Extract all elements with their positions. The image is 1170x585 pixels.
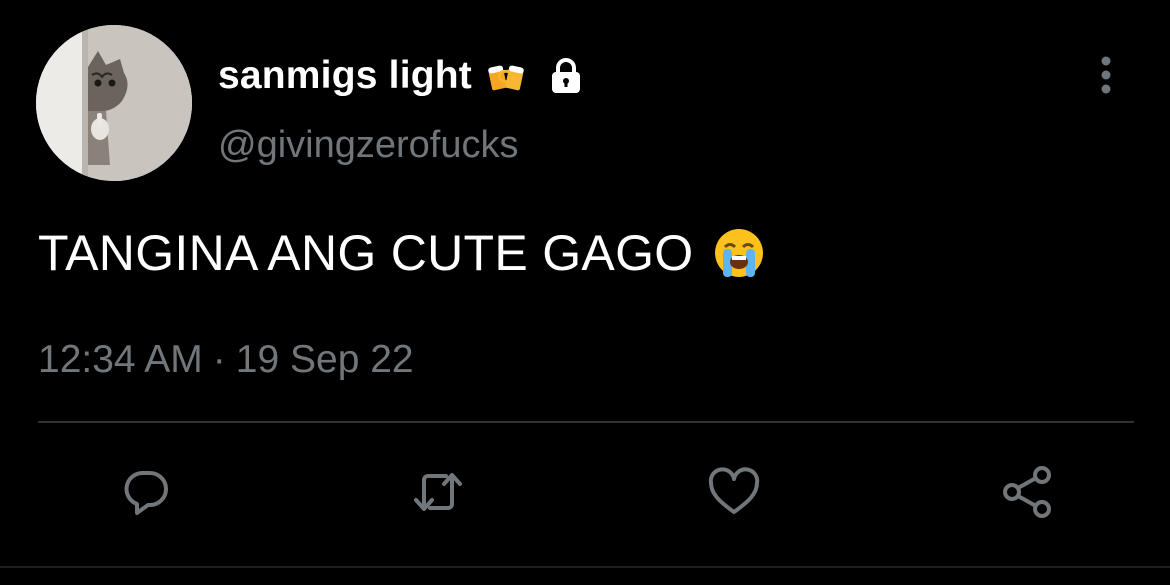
- tweet-detail: sanmigs light @givingzerofucks TANGINA A…: [0, 0, 1170, 585]
- like-button[interactable]: [704, 462, 764, 522]
- beer-mugs-icon: [488, 65, 524, 91]
- display-name[interactable]: sanmigs light: [218, 54, 472, 98]
- tweet-timestamp[interactable]: 12:34 AM · 19 Sep 22: [38, 338, 414, 382]
- user-handle[interactable]: @givingzerofucks: [218, 124, 518, 167]
- avatar[interactable]: [36, 25, 192, 181]
- bottom-divider: [0, 566, 1170, 568]
- more-vertical-icon: [1101, 56, 1111, 94]
- share-button[interactable]: [998, 462, 1058, 522]
- tweet-date: 19 Sep 22: [235, 338, 414, 381]
- more-options-button[interactable]: [1088, 52, 1124, 98]
- action-bar: [0, 462, 1170, 522]
- tweet-text: TANGINA ANG CUTE GAGO: [38, 224, 765, 282]
- reply-icon: [124, 471, 168, 515]
- avatar-cat-image: [36, 25, 192, 181]
- lock-icon: [551, 58, 580, 93]
- share-icon: [1003, 466, 1051, 518]
- reply-button[interactable]: [116, 462, 176, 522]
- loudly-crying-face-icon: [715, 229, 764, 277]
- display-name-row: sanmigs light: [218, 50, 586, 102]
- divider: [38, 421, 1134, 423]
- tweet-time: 12:34 AM: [38, 338, 203, 381]
- timestamp-separator: ·: [212, 338, 226, 381]
- retweet-icon: [414, 473, 462, 511]
- like-icon: [708, 467, 760, 514]
- retweet-button[interactable]: [408, 462, 468, 522]
- tweet-text-content: TANGINA ANG CUTE GAGO: [38, 225, 694, 281]
